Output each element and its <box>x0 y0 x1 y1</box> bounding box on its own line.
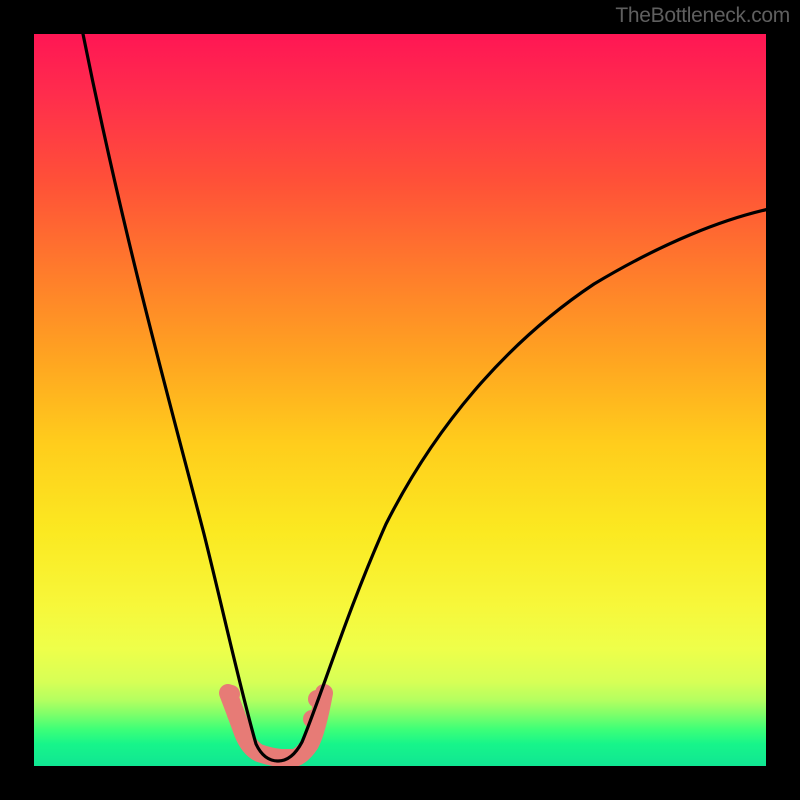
plot-area <box>34 34 766 766</box>
chart-frame: TheBottleneck.com <box>0 0 800 800</box>
salmon-blob <box>227 705 245 723</box>
watermark-text: TheBottleneck.com <box>615 4 790 28</box>
curves-svg <box>34 34 766 766</box>
bottleneck-curve <box>82 34 766 761</box>
salmon-blob <box>222 685 240 703</box>
